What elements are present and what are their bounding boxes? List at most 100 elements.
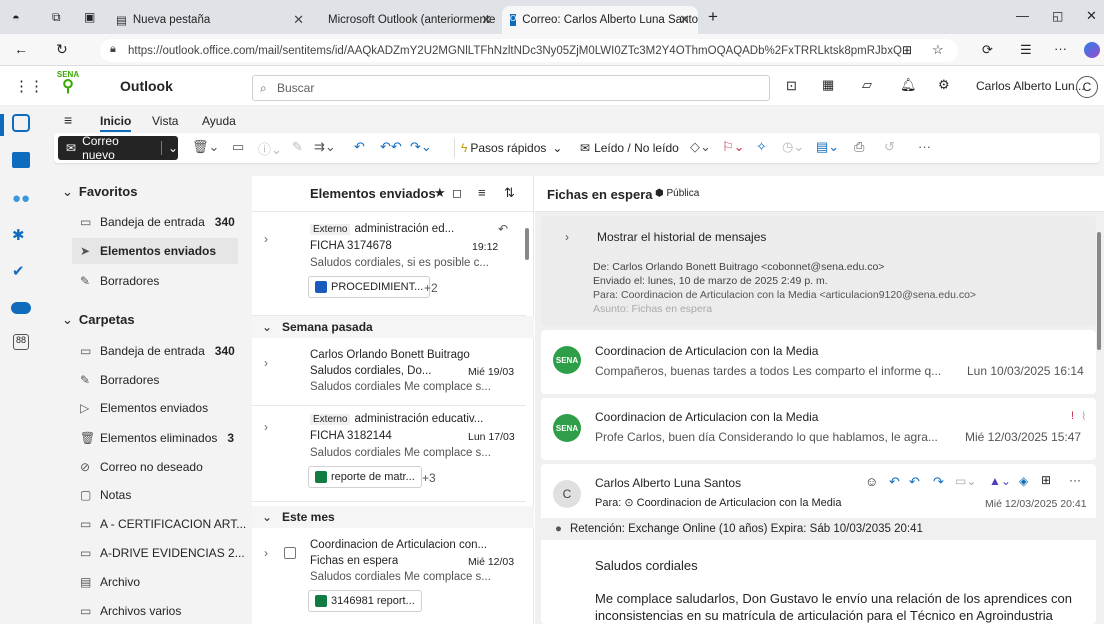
chevron-right-icon[interactable]: › (264, 420, 268, 434)
more-options-button[interactable]: ··· (918, 139, 931, 154)
folder-inbox[interactable]: ▭ Bandeja de entrada 340 (80, 338, 235, 364)
teams-share-icon[interactable]: ▭⌄ (955, 474, 976, 488)
settings-more-icon[interactable]: ··· (1054, 41, 1067, 56)
star-icon[interactable]: ★ (434, 185, 446, 201)
bell-icon[interactable]: 🔔︎ (900, 77, 917, 93)
close-icon[interactable]: ✕ (293, 12, 304, 28)
close-icon[interactable]: ✕ (481, 12, 492, 28)
pdf-icon[interactable]: ▲⌄ (989, 474, 1011, 488)
copilot-icon[interactable] (1084, 42, 1100, 58)
refresh-icon[interactable]: ↻ (56, 41, 68, 58)
folder-archivos-varios[interactable]: ▭ Archivos varios (80, 598, 181, 624)
list-scrollbar[interactable] (525, 228, 529, 260)
search-input[interactable]: ⌕ Buscar (252, 75, 770, 101)
select-icon[interactable]: ◻ (452, 186, 462, 200)
tab-new-tab[interactable]: ▤ Nueva pestaña ✕ (108, 6, 312, 34)
thread-message[interactable]: SENA Coordinacion de Articulacion con la… (541, 330, 1096, 394)
group-header[interactable]: ⌄ Semana pasada (252, 316, 534, 338)
new-tab-icon[interactable]: + (708, 7, 718, 27)
more-actions-icon[interactable]: ··· (1069, 473, 1081, 487)
folder-notes[interactable]: ▢ Notas (80, 482, 131, 508)
mail-icon[interactable] (12, 114, 30, 132)
list-item[interactable]: › Coordinacion de Articulacion con... Fi… (252, 532, 526, 624)
more-attachments[interactable]: +2 (424, 281, 438, 295)
tab-vista[interactable]: Vista (152, 114, 178, 128)
chevron-right-icon[interactable]: › (264, 356, 268, 370)
print-icon[interactable]: ⎙ (854, 139, 864, 155)
url-field[interactable]: 🔒︎ https://outlook.office.com/mail/senti… (100, 39, 958, 62)
group-header[interactable]: ⌄ Este mes (252, 506, 534, 528)
minimize-icon[interactable]: — (1016, 8, 1029, 23)
folder-junk[interactable]: ⊘ Correo no deseado (80, 454, 203, 480)
tab-outlook-ms[interactable]: Microsoft Outlook (anteriormente ✕ (314, 6, 500, 34)
gear-icon[interactable]: ⚙ (938, 77, 950, 93)
reply-icon[interactable]: ↶ (354, 139, 365, 155)
restore-icon[interactable]: ◱ (1052, 9, 1063, 23)
fav-drafts[interactable]: ✎ Borradores (80, 268, 159, 294)
people-icon[interactable]: ●● (12, 190, 30, 207)
select-checkbox[interactable] (284, 547, 296, 559)
attachment-chip[interactable]: 3146981 report... (308, 590, 422, 612)
list-item[interactable]: › Externo administración educativ... FICH… (252, 406, 526, 502)
favorites-header[interactable]: ⌄ Favoritos (62, 184, 137, 200)
folder-drive[interactable]: ▭ A-DRIVE EVIDENCIAS 2... (80, 540, 245, 566)
app-launcher-icon[interactable]: ⋮⋮ (14, 77, 44, 95)
pin-icon[interactable]: ✧ (756, 139, 767, 155)
app-available-icon[interactable]: ⊞ (902, 43, 912, 57)
onedrive-icon[interactable] (11, 302, 31, 314)
more-apps-icon[interactable]: 88 (13, 334, 29, 350)
tab-inicio[interactable]: Inicio (100, 114, 132, 132)
undo-icon[interactable]: ↺ (884, 139, 895, 155)
folder-certificacion[interactable]: ▭ A - CERTIFICACION ART... (80, 511, 246, 537)
folder-deleted[interactable]: 🗑︎ Elementos eliminados 3 (80, 425, 234, 451)
attachment-chip[interactable]: reporte de matr... (308, 466, 422, 488)
rules-icon[interactable]: ▤⌄ (816, 139, 839, 155)
chevron-down-icon[interactable]: ⌄ (160, 141, 178, 155)
addin-icon[interactable]: ◈ (1019, 474, 1028, 488)
apps-icon[interactable]: ⊞ (1041, 473, 1051, 487)
calendar-icon[interactable] (12, 152, 30, 168)
snooze-icon[interactable]: ◷⌄ (782, 139, 804, 155)
reply-icon[interactable]: ↶ (889, 474, 900, 490)
move-to-icon[interactable]: ⇉⌄ (314, 139, 336, 155)
avatar[interactable]: C (1076, 76, 1098, 98)
archive-icon[interactable]: ▭ (232, 139, 244, 155)
todo-icon[interactable]: ✔ (12, 262, 25, 280)
feedback-icon[interactable]: ▱ (862, 77, 872, 93)
favorite-star-icon[interactable]: ☆ (932, 42, 944, 58)
tab-actions-icon[interactable]: ▣ (84, 10, 95, 24)
window-close-icon[interactable]: ✕ (1086, 8, 1097, 24)
list-item[interactable]: › Carlos Orlando Bonett Buitrago Saludos… (252, 342, 526, 406)
list-item[interactable]: › Externo administración ed... ↶ FICHA 31… (252, 216, 526, 316)
tab-ayuda[interactable]: Ayuda (202, 114, 236, 128)
back-icon[interactable]: ← (14, 41, 28, 57)
hamburger-icon[interactable]: ≡ (64, 112, 72, 128)
reply-all-icon[interactable]: ↶↶ (380, 139, 402, 155)
fav-inbox[interactable]: ▭ Bandeja de entrada 340 (80, 209, 235, 235)
favorites-icon[interactable]: ☰ (1020, 42, 1032, 58)
new-mail-button[interactable]: ✉ Correo nuevo ⌄ (58, 134, 178, 162)
attachment-chip[interactable]: PROCEDIMIENT... (308, 276, 431, 298)
thread-message[interactable]: SENA Coordinacion de Articulacion con la… (541, 398, 1096, 460)
sort-icon[interactable]: ⇅ (504, 185, 515, 201)
forward-icon[interactable]: ↷ (933, 474, 944, 490)
folder-archivo[interactable]: ▤ Archivo (80, 569, 140, 595)
tab-outlook-mail[interactable]: O Correo: Carlos Alberto Luna Santo ✕ (502, 6, 698, 34)
chevron-right-icon[interactable]: › (264, 232, 268, 246)
teams-icon[interactable]: ▦ (822, 77, 834, 93)
folders-header[interactable]: ⌄ Carpetas (62, 312, 135, 328)
show-history-link[interactable]: Mostrar el historial de mensajes (597, 230, 766, 244)
folder-sent[interactable]: ▷ Elementos enviados (80, 395, 208, 421)
workspaces-icon[interactable]: ⧉ (52, 10, 61, 25)
reply-all-icon[interactable]: ↶ (909, 474, 920, 490)
profile-icon[interactable]: ◓ (12, 10, 20, 25)
report-icon[interactable]: ⓘ⌄ (258, 139, 282, 158)
chevron-right-icon[interactable]: › (565, 230, 569, 244)
extensions-icon[interactable]: ⟳ (982, 42, 993, 58)
groups-icon[interactable]: ✱ (12, 226, 25, 244)
close-icon[interactable]: ✕ (679, 12, 690, 28)
sweep-icon[interactable]: ✎ (292, 139, 303, 155)
read-unread-button[interactable]: ✉ Leído / No leído (580, 138, 679, 158)
filter-icon[interactable]: ≡ (478, 185, 486, 200)
meet-now-icon[interactable]: ⊡ (786, 78, 797, 94)
